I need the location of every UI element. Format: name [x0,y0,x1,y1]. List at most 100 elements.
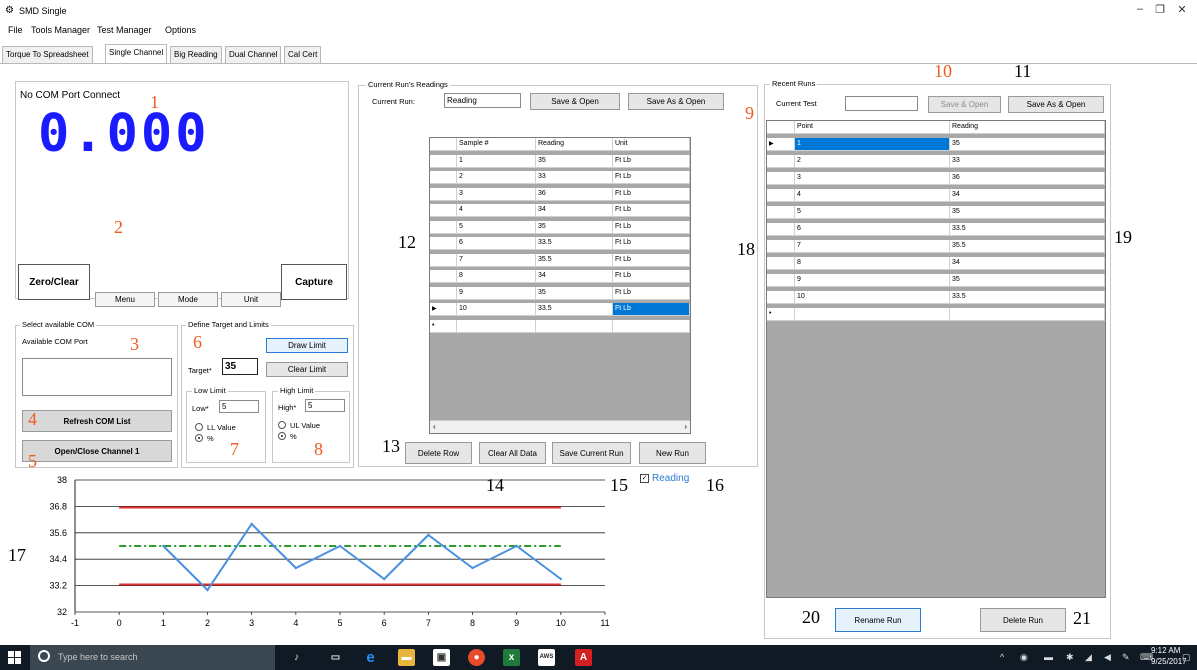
refresh-com-button[interactable]: Refresh COM List [22,410,172,432]
reading-cell[interactable]: 33.5 [950,223,1105,236]
reading-cell[interactable]: 33.5 [536,237,613,250]
close-button[interactable]: ✕ [1171,3,1193,16]
sample-cell[interactable]: 4 [457,204,536,217]
reading-cell[interactable]: 33 [536,171,613,184]
notification-icon[interactable]: ▢ [1182,652,1191,663]
reading-cell[interactable]: 34 [536,270,613,283]
menu-options[interactable]: Options [165,25,196,35]
sample-cell[interactable]: 9 [457,287,536,300]
current-test-input[interactable] [845,96,918,111]
table-row[interactable]: 2 33 Ft Lb [430,171,690,184]
windows-start-icon[interactable] [8,651,21,664]
wifi-icon[interactable]: ◢ [1085,652,1092,663]
reading-cell[interactable]: 34 [536,204,613,217]
delete-run-button[interactable]: Delete Run [980,608,1066,632]
volume-icon[interactable]: ◀ [1104,652,1111,663]
recent-save-open-button[interactable]: Save & Open [928,96,1001,113]
new-row[interactable]: • [430,320,690,333]
table-row[interactable]: 3 36 [767,172,1105,185]
table-row[interactable]: 5 35 [767,206,1105,219]
excel-icon[interactable]: x [503,649,520,666]
reading-cell[interactable]: 36 [536,188,613,201]
menu-button[interactable]: Menu [95,292,155,307]
table-row[interactable]: ▶ 10 33.5 Ft Lb [430,303,690,316]
unit-cell[interactable]: Ft Lb [613,221,690,234]
open-close-channel-button[interactable]: Open/Close Channel 1 [22,440,172,462]
table-row[interactable]: 7 35.5 Ft Lb [430,254,690,267]
point-cell[interactable]: 2 [795,155,950,168]
col-recent-reading[interactable]: Reading [950,121,1105,134]
table-row[interactable]: 3 36 Ft Lb [430,188,690,201]
sample-cell[interactable]: 10 [457,303,536,316]
battery-icon[interactable]: ▬ [1044,652,1053,662]
maximize-button[interactable]: ❐ [1149,3,1171,16]
acrobat-icon[interactable]: A [575,649,592,666]
tab-dual-channel[interactable]: Dual Channel [225,46,282,63]
bluetooth-icon[interactable]: ✱ [1066,652,1074,663]
sample-cell[interactable]: 2 [457,171,536,184]
unit-cell[interactable]: Ft Lb [613,270,690,283]
recent-save-as-open-button[interactable]: Save As & Open [1008,96,1104,113]
reading-cell[interactable]: 33.5 [536,303,613,316]
point-cell-selected[interactable]: 1 [795,138,950,151]
table-row[interactable]: 6 33.5 Ft Lb [430,237,690,250]
point-cell[interactable]: 3 [795,172,950,185]
current-run-input[interactable]: Reading [444,93,521,108]
reading-cell[interactable]: 35.5 [536,254,613,267]
reading-cell[interactable]: 35 [950,138,1105,151]
table-row[interactable]: 10 33.5 [767,291,1105,304]
reading-cell[interactable]: 35 [536,287,613,300]
reading-cell[interactable]: 34 [950,189,1105,202]
delete-row-button[interactable]: Delete Row [405,442,472,464]
tray-app-icon[interactable]: ◉ [1020,652,1028,663]
table-row[interactable]: 8 34 Ft Lb [430,270,690,283]
table-row[interactable]: 9 35 Ft Lb [430,287,690,300]
save-current-run-button[interactable]: Save Current Run [552,442,631,464]
edge-icon[interactable]: e [362,649,379,666]
unit-cell[interactable]: Ft Lb [613,237,690,250]
point-cell[interactable]: 4 [795,189,950,202]
microphone-icon[interactable]: ♪ [288,649,305,666]
low-percent-radio[interactable] [195,434,203,442]
reading-cell[interactable]: 36 [950,172,1105,185]
reading-cell[interactable]: 33 [950,155,1105,168]
tab-cal-cert[interactable]: Cal Cert [284,46,322,63]
table-row[interactable]: 6 33.5 [767,223,1105,236]
clear-limit-button[interactable]: Clear Limit [266,362,348,377]
rename-run-button[interactable]: Rename Run [835,608,921,632]
col-sample[interactable]: Sample # [457,138,536,151]
unit-button[interactable]: Unit [221,292,281,307]
point-cell[interactable]: 10 [795,291,950,304]
point-cell[interactable]: 9 [795,274,950,287]
reading-checkbox[interactable]: ✓ [640,474,649,483]
com-port-list[interactable] [22,358,172,396]
reading-cell[interactable]: 35 [950,206,1105,219]
ul-value-radio[interactable] [278,421,286,429]
table-row[interactable]: 2 33 [767,155,1105,168]
zero-clear-button[interactable]: Zero/Clear [18,264,90,300]
menu-tools-manager[interactable]: Tools Manager [31,25,90,35]
reading-cell[interactable]: 33.5 [950,291,1105,304]
col-unit[interactable]: Unit [613,138,690,151]
table-row[interactable]: 7 35.5 [767,240,1105,253]
clear-all-data-button[interactable]: Clear All Data [479,442,546,464]
scroll-right-icon[interactable]: › [684,422,687,431]
menu-file[interactable]: File [8,25,23,35]
unit-cell[interactable]: Ft Lb [613,171,690,184]
sample-cell[interactable]: 1 [457,155,536,168]
reading-cell[interactable]: 34 [950,257,1105,270]
app-taskbar-icon[interactable]: AWS [538,649,555,666]
sample-cell[interactable]: 6 [457,237,536,250]
scroll-left-icon[interactable]: ‹ [433,422,436,431]
high-percent-radio[interactable] [278,432,286,440]
reading-cell[interactable]: 35 [536,221,613,234]
pen-icon[interactable]: ✎ [1122,652,1130,663]
store-icon[interactable]: ▣ [433,649,450,666]
high-input[interactable]: 5 [305,399,345,412]
current-save-as-open-button[interactable]: Save As & Open [628,93,724,110]
file-explorer-icon[interactable]: ▬ [398,649,415,666]
point-cell[interactable]: 5 [795,206,950,219]
table-row[interactable]: ▶ 1 35 [767,138,1105,151]
task-view-icon[interactable]: ▭ [327,649,344,666]
sample-cell[interactable]: 8 [457,270,536,283]
